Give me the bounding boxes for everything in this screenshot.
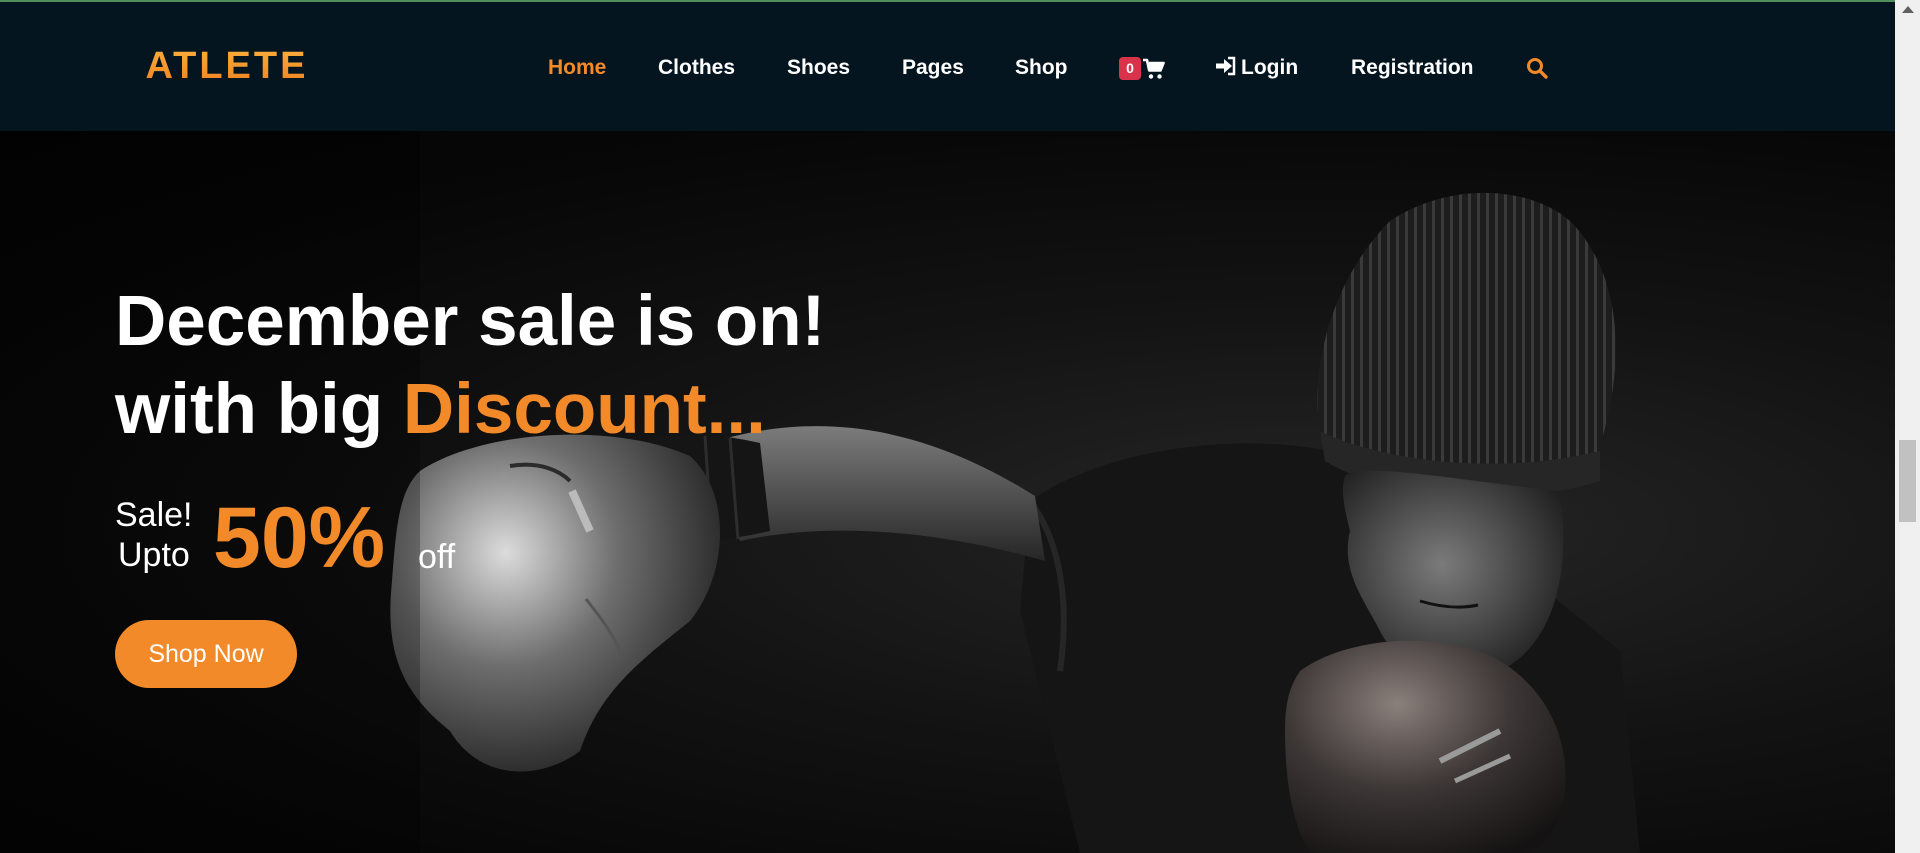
page-scrollbar[interactable] (1895, 0, 1920, 853)
scroll-up-arrow-icon[interactable] (1902, 6, 1914, 13)
site-logo[interactable]: ATLETE (125, 45, 330, 87)
nav-pages[interactable]: Pages (902, 55, 964, 81)
search-icon[interactable] (1526, 57, 1548, 79)
shopping-cart-icon (1143, 58, 1165, 79)
nav-shop[interactable]: Shop (1015, 55, 1068, 81)
cart-count-badge: 0 (1119, 57, 1141, 80)
headline-line1: December sale is on! (115, 282, 826, 361)
logo-text: ATLETE (146, 47, 309, 83)
nav-clothes[interactable]: Clothes (658, 55, 735, 81)
scrollbar-thumb[interactable] (1899, 440, 1916, 522)
discount-percent: 50% (213, 490, 386, 586)
upto-label: Upto (118, 536, 190, 574)
cart-button[interactable]: 0 (1119, 55, 1165, 83)
nav-registration[interactable]: Registration (1351, 55, 1474, 81)
sale-label: Sale! (115, 496, 193, 534)
nav-home[interactable]: Home (548, 55, 606, 81)
off-label: off (418, 538, 456, 576)
sign-in-icon (1216, 56, 1236, 76)
headline-line2: with big Discount... (115, 370, 766, 449)
logo-wordmark: ATLETE (146, 45, 309, 87)
login-link[interactable]: Login (1215, 55, 1298, 81)
headline-prefix: with big (115, 370, 403, 449)
navbar: ATLETE Home Clothes Shoes Pages Shop 0 L… (0, 2, 1895, 131)
nav-shoes[interactable]: Shoes (787, 55, 850, 81)
login-label: Login (1241, 56, 1299, 79)
headline-accent: Discount... (402, 370, 766, 449)
shop-now-button[interactable]: Shop Now (115, 620, 297, 688)
hero-headline: December sale is on! with big Discount..… (115, 278, 825, 454)
